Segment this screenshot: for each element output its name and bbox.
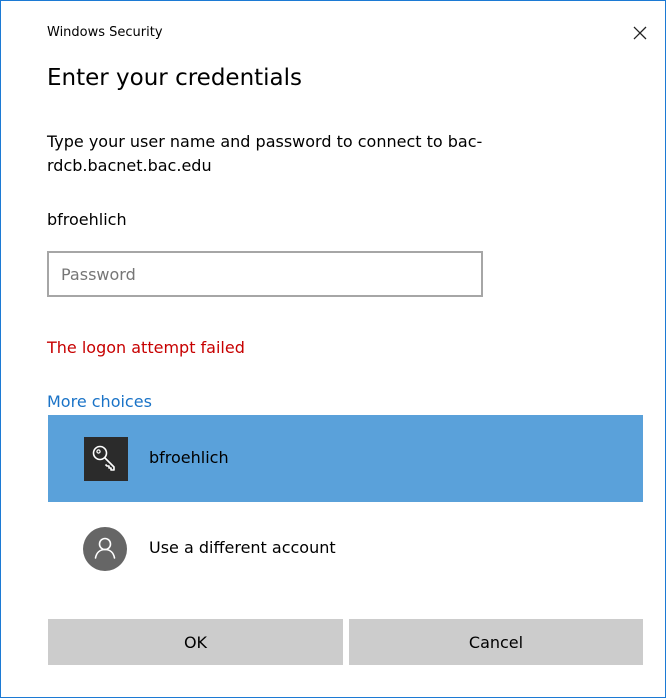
logon-error-message: The logon attempt failed (47, 338, 245, 357)
account-option-label: Use a different account (149, 538, 336, 557)
ok-button[interactable]: OK (48, 619, 343, 665)
dialog-heading: Enter your credentials (47, 65, 303, 91)
more-choices-link[interactable]: More choices (47, 392, 152, 411)
title-bar: Windows Security (1, 1, 665, 65)
close-icon (633, 26, 647, 40)
user-icon (94, 537, 116, 559)
account-option-current[interactable]: bfroehlich (48, 415, 643, 502)
account-option-different[interactable]: Use a different account (48, 505, 643, 592)
username-label: bfroehlich (47, 210, 127, 229)
avatar (83, 527, 127, 571)
account-option-label: bfroehlich (149, 448, 229, 467)
key-tile (84, 437, 128, 481)
key-icon (92, 445, 115, 471)
connection-message: Type your user name and password to conn… (47, 132, 483, 175)
close-button[interactable] (625, 18, 655, 48)
password-input[interactable] (47, 251, 483, 297)
window-title: Windows Security (47, 25, 163, 40)
credentials-dialog: Windows Security Enter your credentials … (0, 0, 666, 698)
cancel-button[interactable]: Cancel (349, 619, 643, 665)
